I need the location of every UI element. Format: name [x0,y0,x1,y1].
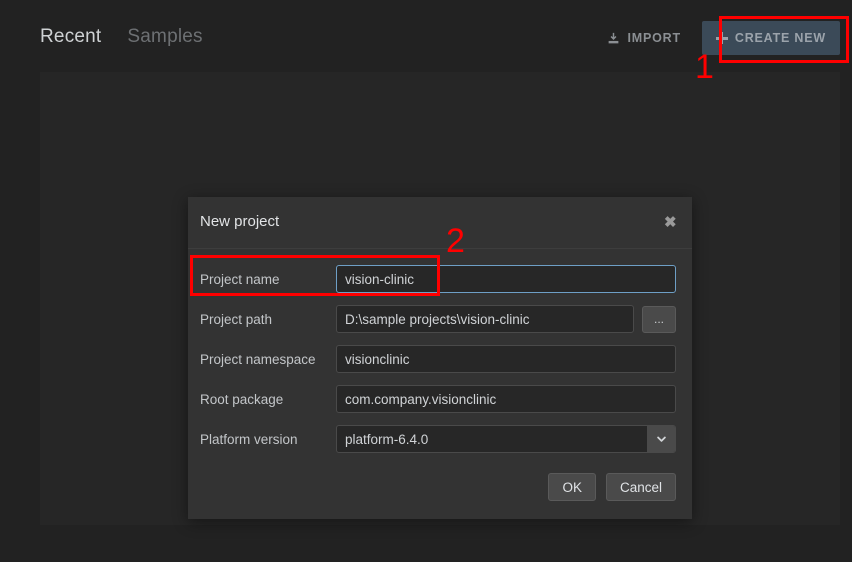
dialog-title: New project [200,213,280,230]
project-name-row: Project name [200,259,676,299]
platform-version-label: Platform version [200,431,298,447]
top-actions: IMPORT CREATE NEW [594,21,840,55]
dialog-body: Project name Project path ... Project na… [188,249,692,459]
project-namespace-input[interactable] [336,345,676,373]
dialog-titlebar: New project ✖ [188,197,692,249]
chevron-down-icon[interactable] [647,426,675,452]
close-icon[interactable]: ✖ [658,210,682,234]
project-path-label: Project path [200,311,273,327]
root-package-row: Root package [200,379,676,419]
new-project-dialog: New project ✖ Project name Project path … [188,197,692,519]
create-new-button[interactable]: CREATE NEW [701,21,840,55]
project-path-field-group: ... [336,305,676,333]
root-package-input[interactable] [336,385,676,413]
project-namespace-label: Project namespace [200,351,316,367]
create-new-button-label: CREATE NEW [734,31,826,45]
project-path-row: Project path ... [200,299,676,339]
cancel-button[interactable]: Cancel [605,473,676,501]
top-bar: Recent Samples IMPORT CREATE NEW [0,0,852,72]
project-path-input[interactable] [336,305,634,333]
import-button[interactable]: IMPORT [594,21,693,55]
root-package-label: Root package [200,391,284,407]
tab-recent[interactable]: Recent [40,25,101,49]
browse-path-button[interactable]: ... [642,305,676,333]
dialog-footer: OK Cancel [188,459,692,519]
platform-version-select[interactable] [336,425,676,453]
platform-version-row: Platform version [200,419,676,459]
ok-button[interactable]: OK [548,473,596,501]
plus-icon [715,32,728,44]
import-icon [609,32,619,43]
import-button-label: IMPORT [627,31,681,45]
project-name-input[interactable] [336,265,676,293]
project-namespace-row: Project namespace [200,339,676,379]
tab-bar: Recent Samples [40,25,203,49]
platform-version-input[interactable] [336,425,676,453]
tab-samples[interactable]: Samples [127,25,202,49]
project-name-label: Project name [200,271,280,287]
